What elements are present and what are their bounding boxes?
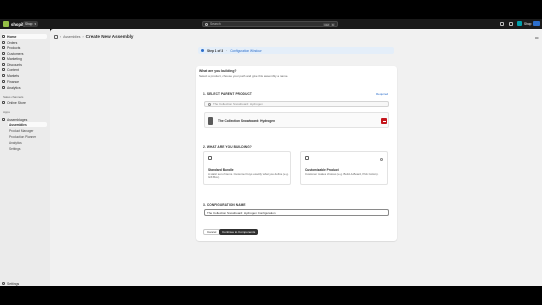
shopify-bag-icon [3, 21, 9, 27]
selected-product-row: The Collection Snowboard: Hydrogen [204, 112, 389, 128]
page-title: Create New Assembly [85, 34, 134, 39]
sidebar-item-content[interactable]: Content [2, 67, 47, 72]
step-indicator: Step 1 of 3 [207, 48, 224, 53]
step-banner: Step 1 of 3 · Configuration Window [198, 47, 394, 54]
sidebar-subitem-assemblies[interactable]: Assemblies [8, 122, 47, 127]
option-standard-bundle[interactable]: Standard Bundle A static set of items. C… [203, 151, 291, 185]
sidebar-item-analytics[interactable]: Analytics [2, 85, 47, 90]
assembly-form-card: What are you building? Select a product,… [196, 66, 397, 241]
search-input[interactable]: Search Ctrl K [202, 21, 338, 27]
product-search-input[interactable]: The Collection Snowboard: Hydrogen [204, 101, 389, 107]
sidebar-subitem-production-planner[interactable]: Production Planner [8, 134, 47, 139]
radio-icon [380, 158, 383, 161]
breadcrumb-assemblies[interactable]: Assemblies [63, 35, 80, 39]
customize-icon [305, 156, 309, 160]
avatar [517, 21, 522, 26]
product-thumbnail [208, 117, 213, 125]
store-icon [2, 101, 5, 104]
bundle-icon [208, 156, 212, 160]
person-icon [2, 52, 5, 55]
sidebar-subitem-analytics[interactable]: Analytics [8, 140, 47, 145]
configuration-name-input[interactable]: The Collection Snowboard: Hydrogen Confi… [204, 209, 389, 216]
more-actions-icon[interactable]: ••• [535, 35, 539, 40]
tag-icon [2, 46, 5, 49]
sidebar-item-finance[interactable]: Finance [2, 79, 47, 84]
sidebar-subitem-settings[interactable]: Settings [8, 146, 47, 151]
discount-icon [2, 63, 5, 66]
breadcrumb-separator: › [60, 34, 62, 39]
sidebar-item-markets[interactable]: Markets [2, 73, 47, 78]
search-shortcut: Ctrl K [323, 23, 335, 27]
sidebar-item-products[interactable]: Products [2, 45, 47, 50]
form-question-subtitle: Select a product, choose your path and g… [199, 74, 289, 78]
top-bar: shopify Shop ▾ Search Ctrl K Shop [0, 19, 542, 29]
selected-product-name: The Collection Snowboard: Hydrogen [218, 119, 276, 123]
gear-icon [2, 282, 5, 285]
chat-icon[interactable] [500, 22, 504, 26]
form-question: What are you building? [199, 69, 237, 73]
globe-icon [2, 74, 5, 77]
content-icon [2, 68, 5, 71]
cancel-button[interactable]: Cancel [203, 229, 221, 235]
bank-icon [2, 80, 5, 83]
target-icon [2, 57, 5, 60]
section-what-building: 2. WHAT ARE YOU BUILDING? [203, 145, 252, 149]
continue-button[interactable]: Continue to Components [219, 229, 259, 235]
app-icon [2, 118, 5, 121]
breadcrumb-separator: › [82, 34, 84, 39]
orders-icon [2, 41, 5, 44]
store-avatar [533, 21, 541, 26]
apps-heading[interactable]: Apps [3, 110, 10, 114]
sidebar-item-home[interactable]: Home [2, 34, 47, 39]
configuration-window-link[interactable]: Configuration Window [230, 49, 261, 53]
bell-icon[interactable] [509, 22, 513, 26]
store-switcher[interactable]: Shop ▾ [23, 21, 39, 27]
sidebar-item-settings[interactable]: Settings [2, 281, 19, 286]
search-icon [208, 102, 211, 106]
chart-icon [2, 86, 5, 89]
breadcrumb: › Assemblies › Create New Assembly [54, 34, 133, 39]
sidebar-subitem-product-manager[interactable]: Product Manager [8, 128, 47, 133]
info-icon [201, 49, 204, 52]
sales-channels-heading[interactable]: Sales channels [3, 95, 23, 99]
section-select-parent-product: 1. SELECT PARENT PRODUCT [203, 92, 252, 96]
assembly-icon [54, 34, 58, 39]
account-menu[interactable]: Shop [517, 21, 541, 26]
remove-product-button[interactable] [381, 118, 387, 124]
sidebar-item-marketing[interactable]: Marketing [2, 56, 47, 61]
search-icon [205, 22, 208, 26]
chevron-down-icon: ▾ [34, 22, 37, 26]
required-badge: Required [376, 92, 389, 96]
sidebar-item-online-store[interactable]: Online Store [2, 100, 47, 105]
section-configuration-name: 3. CONFIGURATION NAME [203, 203, 246, 207]
home-icon [2, 35, 5, 38]
option-customizable-product[interactable]: Customizable Product Customer makes choi… [300, 151, 388, 185]
